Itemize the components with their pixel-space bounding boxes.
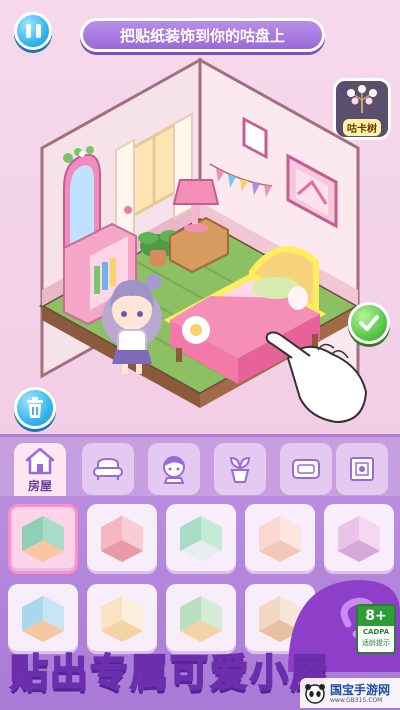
- pause-icon: [25, 24, 31, 38]
- tab-plant[interactable]: [214, 443, 266, 495]
- room-style-icon: [101, 596, 143, 642]
- instruction-text: 把贴纸装饰到你的咕盘上: [119, 26, 285, 45]
- grid-item-3[interactable]: [166, 504, 236, 574]
- tab-character[interactable]: [148, 443, 200, 495]
- room-style-icon: [259, 516, 301, 562]
- age-rating-org: CADPA: [362, 628, 390, 636]
- delete-button[interactable]: [14, 387, 56, 429]
- room-style-icon: [180, 516, 222, 562]
- grid-item-5[interactable]: [324, 504, 394, 574]
- room-scene[interactable]: [20, 58, 380, 430]
- room-style-icon: [22, 596, 64, 642]
- age-rating-value: 8+: [358, 606, 394, 626]
- tab-frame[interactable]: [336, 443, 388, 495]
- grid-item-1[interactable]: [8, 504, 78, 574]
- tab-sofa[interactable]: [82, 443, 134, 495]
- watermark-text: 国宝手游网: [330, 682, 391, 697]
- panda-logo-icon: [305, 684, 325, 704]
- plant-icon: [229, 456, 251, 483]
- watermark-url: www.GB315.COM: [330, 696, 383, 704]
- category-tabbar: 房屋: [0, 434, 400, 501]
- grid-item-2[interactable]: [87, 504, 157, 574]
- room-style-icon: [180, 596, 222, 642]
- sofa-icon: [93, 457, 123, 480]
- tab-house[interactable]: 房屋: [14, 443, 66, 501]
- grid-item-4[interactable]: [245, 504, 315, 574]
- age-rating-badge: 8+ CADPA 适龄提示: [356, 604, 396, 654]
- rug-icon: [292, 459, 320, 479]
- age-rating-note: 适龄提示: [362, 639, 390, 647]
- room-style-icon: [22, 516, 64, 562]
- instruction-banner: 把贴纸装饰到你的咕盘上: [80, 18, 325, 52]
- pause-button[interactable]: [14, 12, 52, 50]
- room-style-icon: [101, 516, 143, 562]
- tab-rug[interactable]: [280, 443, 332, 495]
- character-icon: [163, 456, 185, 484]
- promo-slogan: 贴出专属可爱小屋: [9, 650, 331, 696]
- confirm-button[interactable]: [348, 302, 390, 344]
- house-icon: [25, 447, 55, 475]
- trash-icon: [27, 397, 43, 418]
- watermark: 国宝手游网 www.GB315.COM: [300, 678, 400, 708]
- room-style-icon: [338, 516, 380, 562]
- frame-icon: [350, 457, 374, 481]
- tab-house-label: 房屋: [27, 479, 52, 493]
- check-icon: [359, 315, 379, 331]
